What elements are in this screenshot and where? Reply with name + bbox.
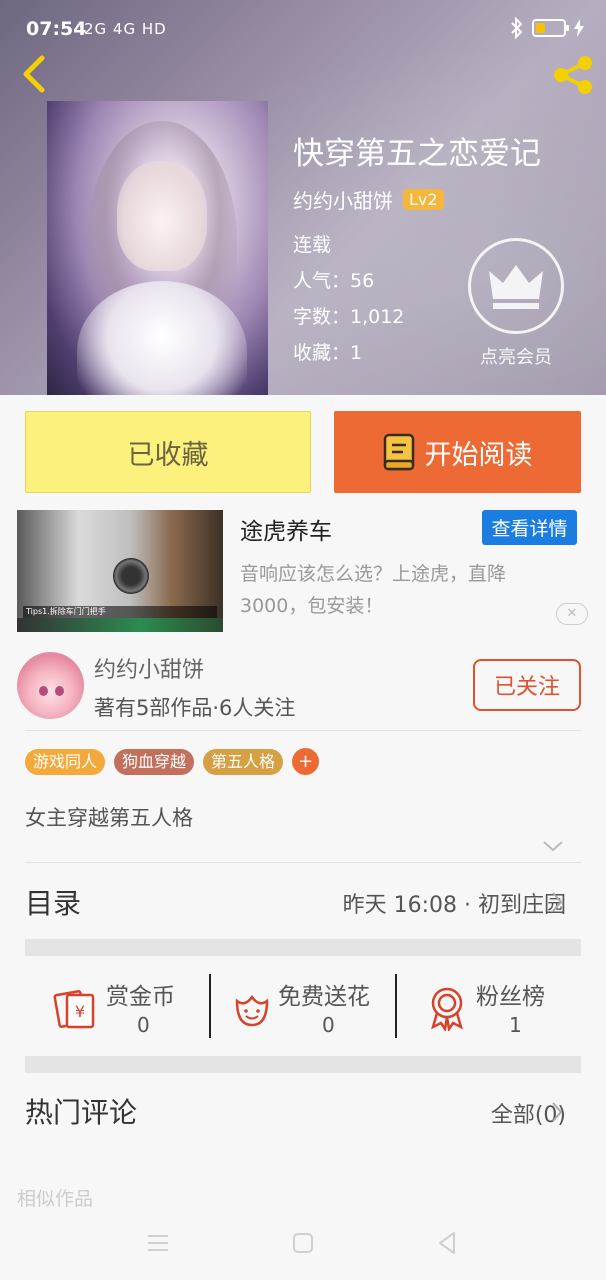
charging-icon (574, 19, 584, 37)
menu-icon[interactable] (146, 1232, 170, 1254)
bluetooth-icon (511, 17, 523, 39)
book-popularity: 人气：56 (293, 270, 375, 292)
fan-ranking-button[interactable]: 粉丝榜 1 (427, 975, 567, 1037)
status-network: 2G 4G HD (84, 20, 167, 38)
similar-works-title: 相似作品 (17, 1188, 94, 1210)
divider (25, 862, 581, 863)
book-summary: 女主穿越第五人格 (25, 806, 193, 830)
level-badge: Lv2 (403, 189, 444, 210)
divider (209, 974, 211, 1038)
ad-image[interactable]: Tips1.拆除车门门把手 (17, 510, 223, 632)
back-nav-icon[interactable] (436, 1231, 458, 1255)
fan-ranking-label: 粉丝榜 (476, 984, 545, 1010)
collected-button[interactable]: 已收藏 (25, 411, 311, 493)
book-icon (383, 433, 414, 471)
hot-comments-title: 热门评论 (25, 1096, 138, 1129)
tag-item[interactable]: 狗血穿越 (114, 748, 195, 775)
book-author[interactable]: 约约小甜饼 (293, 185, 393, 214)
share-icon[interactable] (550, 55, 596, 95)
add-tag-button[interactable]: + (292, 748, 320, 775)
book-author-line: 约约小甜饼 Lv2 (293, 185, 444, 214)
vip-crown-button[interactable] (468, 238, 564, 334)
author-avatar[interactable] (17, 652, 84, 719)
reward-coin-icon: ¥ (53, 990, 95, 1029)
divider (25, 730, 581, 731)
chevron-down-icon[interactable] (542, 838, 564, 854)
status-bar: 07:54 2G 4G HD (0, 0, 606, 50)
vip-label[interactable]: 点亮会员 (470, 343, 562, 369)
start-reading-button[interactable]: 开始阅读 (334, 411, 581, 493)
chevron-right-icon[interactable] (550, 1100, 564, 1124)
medal-icon (431, 987, 463, 1031)
book-word-count: 字数：1,012 (293, 306, 405, 328)
author-name[interactable]: 约约小甜饼 (94, 652, 204, 684)
toc-title[interactable]: 目录 (25, 882, 81, 922)
crown-icon (489, 265, 543, 309)
status-time: 07:54 (26, 18, 87, 40)
author-stats: 著有5部作品·6人关注 (94, 696, 296, 720)
fan-ranking-value: 1 (509, 1013, 522, 1037)
send-flower-label: 免费送花 (278, 984, 370, 1010)
reward-coin-value: 0 (137, 1013, 150, 1037)
send-flower-button[interactable]: 免费送花 0 (229, 975, 389, 1037)
collected-label: 已收藏 (127, 439, 209, 471)
ad-detail-button[interactable]: 查看详情 (482, 510, 577, 545)
reward-coin-label: 赏金币 (106, 984, 175, 1010)
book-status: 连载 (293, 234, 332, 256)
toc-latest-chapter[interactable]: 昨天 16:08 · 初到庄园 (343, 887, 566, 919)
section-divider (25, 1056, 581, 1073)
reward-coin-button[interactable]: ¥ 赏金币 0 (53, 975, 193, 1037)
book-cover[interactable] (47, 101, 268, 395)
send-flower-value: 0 (322, 1013, 335, 1037)
ad-description[interactable]: 音响应该怎么选？上途虎，直降3000，包安装！ (240, 558, 560, 622)
system-nav-bar (0, 1210, 606, 1280)
start-reading-label: 开始阅读 (424, 439, 533, 471)
section-divider (25, 939, 581, 956)
svg-text:¥: ¥ (75, 1002, 85, 1021)
ad-title[interactable]: 途虎养车 (240, 512, 332, 546)
tag-list: 游戏同人 狗血穿越 第五人格 + (25, 748, 320, 775)
ad-close-icon[interactable]: ✕ (556, 603, 588, 625)
tag-item[interactable]: 游戏同人 (25, 748, 106, 775)
ad-image-caption: Tips1.拆除车门门把手 (23, 606, 217, 618)
book-title: 快穿第五之恋爱记 (293, 136, 541, 172)
chevron-right-icon[interactable] (550, 890, 564, 914)
divider (395, 974, 397, 1038)
follow-button[interactable]: 已关注 (473, 659, 581, 711)
back-icon[interactable] (14, 52, 54, 96)
battery-icon (532, 19, 569, 37)
book-favorites: 收藏：1 (293, 342, 363, 364)
tag-item[interactable]: 第五人格 (203, 748, 284, 775)
flower-icon (235, 994, 269, 1027)
home-icon[interactable] (292, 1232, 314, 1254)
book-header: 07:54 2G 4G HD 快穿第五之恋爱记 约约小甜饼 Lv2 连载 人气：… (0, 0, 606, 395)
